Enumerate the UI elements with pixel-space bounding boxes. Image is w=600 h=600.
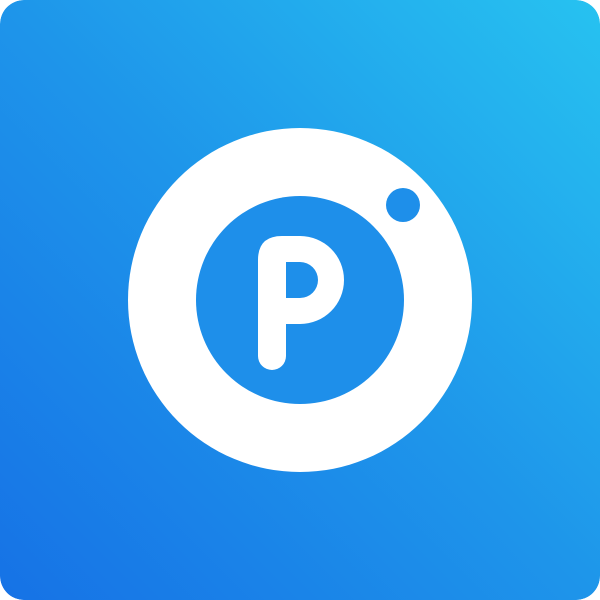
indicator-dot (386, 188, 420, 222)
app-icon (0, 0, 600, 600)
p-camera-logo-icon (0, 0, 600, 600)
